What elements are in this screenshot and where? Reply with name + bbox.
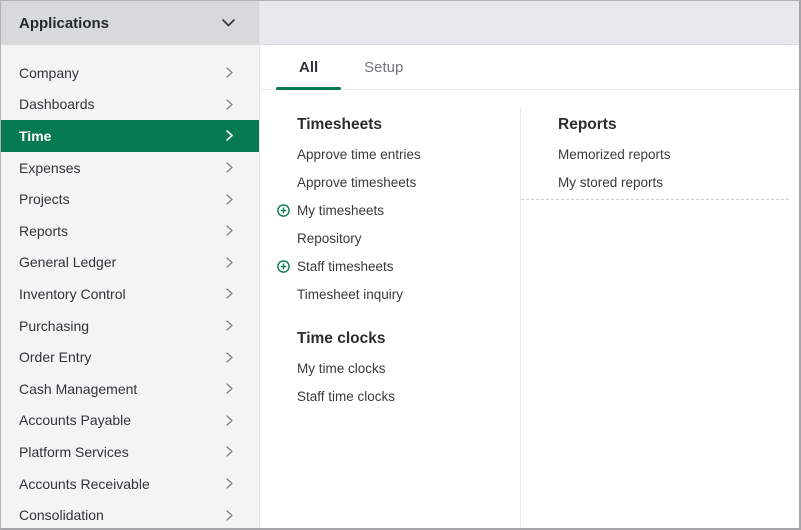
sidebar-item-platform-services[interactable]: Platform Services [1, 436, 259, 468]
tab-setup[interactable]: Setup [341, 45, 426, 89]
sidebar-item-label: Projects [19, 191, 70, 207]
tab-label: All [299, 59, 318, 76]
link-approve-timesheets[interactable]: Approve timesheets [297, 175, 416, 191]
sidebar-item-label: Accounts Receivable [19, 476, 150, 492]
section-title: Reports [558, 117, 799, 133]
sidebar-item-label: Purchasing [19, 318, 89, 334]
chevron-right-icon [226, 288, 233, 299]
section-title: Timesheets [297, 117, 520, 133]
chevron-right-icon [226, 320, 233, 331]
link-my-stored-reports[interactable]: My stored reports [558, 175, 663, 191]
link-staff-time-clocks[interactable]: Staff time clocks [297, 389, 395, 405]
sidebar-item-order-entry[interactable]: Order Entry [1, 341, 259, 373]
top-strip [260, 1, 799, 45]
sidebar-item-inventory-control[interactable]: Inventory Control [1, 278, 259, 310]
chevron-right-icon [226, 478, 233, 489]
sidebar-item-label: Reports [19, 223, 68, 239]
tab-all[interactable]: All [276, 45, 341, 89]
plus-circle-icon[interactable] [277, 204, 290, 217]
sidebar-item-cash-management[interactable]: Cash Management [1, 373, 259, 405]
chevron-right-icon [226, 130, 233, 141]
sidebar-item-purchasing[interactable]: Purchasing [1, 310, 259, 342]
sidebar-item-company[interactable]: Company [1, 57, 259, 89]
chevron-down-icon [222, 14, 235, 32]
section-reports: Reports Memorized reports My stored repo… [558, 117, 799, 191]
link-approve-time-entries[interactable]: Approve time entries [297, 147, 421, 163]
link-staff-timesheets[interactable]: Staff timesheets [297, 259, 394, 275]
tab-label: Setup [364, 59, 403, 76]
section-title: Time clocks [297, 331, 520, 347]
link-my-time-clocks[interactable]: My time clocks [297, 361, 386, 377]
chevron-right-icon [226, 415, 233, 426]
link-repository[interactable]: Repository [297, 231, 362, 247]
sidebar-item-accounts-payable[interactable]: Accounts Payable [1, 405, 259, 437]
sidebar-item-time[interactable]: Time [1, 120, 259, 152]
chevron-right-icon [226, 67, 233, 78]
sidebar-item-label: Inventory Control [19, 286, 126, 302]
section-timesheets: Timesheets Approve time entries Approve … [297, 117, 520, 303]
chevron-right-icon [226, 352, 233, 363]
chevron-right-icon [226, 383, 233, 394]
applications-menu-toggle[interactable]: Applications [1, 1, 259, 45]
link-label: My timesheets [297, 203, 384, 218]
sidebar-item-accounts-receivable[interactable]: Accounts Receivable [1, 468, 259, 500]
menu-content: Timesheets Approve time entries Approve … [260, 91, 799, 528]
sidebar-item-label: Time [19, 128, 51, 144]
sidebar-module-list: Company Dashboards Time Expenses Project… [1, 45, 259, 530]
chevron-right-icon [226, 510, 233, 521]
sidebar-item-label: General Ledger [19, 254, 116, 270]
sidebar-item-label: Company [19, 65, 79, 81]
applications-menu-title: Applications [19, 15, 109, 32]
plus-circle-icon[interactable] [277, 260, 290, 273]
chevron-right-icon [226, 194, 233, 205]
section-time-clocks: Time clocks My time clocks Staff time cl… [297, 331, 520, 405]
sidebar-item-consolidation[interactable]: Consolidation [1, 499, 259, 530]
module-menu-panel: All Setup Timesheets Approve time entrie… [260, 1, 799, 528]
link-my-timesheets[interactable]: My timesheets [297, 203, 384, 219]
sidebar-item-label: Accounts Payable [19, 412, 131, 428]
chevron-right-icon [226, 225, 233, 236]
sidebar-item-label: Dashboards [19, 96, 95, 112]
link-label: Staff timesheets [297, 259, 394, 274]
menu-tab-bar: All Setup [260, 45, 799, 90]
chevron-right-icon [226, 257, 233, 268]
sidebar-item-projects[interactable]: Projects [1, 183, 259, 215]
menu-column-left: Timesheets Approve time entries Approve … [260, 91, 520, 528]
menu-column-right: Reports Memorized reports My stored repo… [521, 91, 799, 528]
applications-sidebar: Applications Company Dashboards Time Exp… [1, 1, 260, 528]
sidebar-item-label: Expenses [19, 160, 80, 176]
sidebar-item-dashboards[interactable]: Dashboards [1, 89, 259, 121]
sidebar-item-label: Platform Services [19, 444, 129, 460]
chevron-right-icon [226, 99, 233, 110]
chevron-right-icon [226, 446, 233, 457]
sidebar-item-label: Cash Management [19, 381, 137, 397]
applications-mega-menu: Applications Company Dashboards Time Exp… [0, 0, 801, 530]
sidebar-item-label: Consolidation [19, 507, 104, 523]
link-memorized-reports[interactable]: Memorized reports [558, 147, 671, 163]
chevron-right-icon [226, 162, 233, 173]
sidebar-item-general-ledger[interactable]: General Ledger [1, 247, 259, 279]
sidebar-item-label: Order Entry [19, 349, 91, 365]
sidebar-item-reports[interactable]: Reports [1, 215, 259, 247]
sidebar-item-expenses[interactable]: Expenses [1, 152, 259, 184]
link-timesheet-inquiry[interactable]: Timesheet inquiry [297, 287, 403, 303]
